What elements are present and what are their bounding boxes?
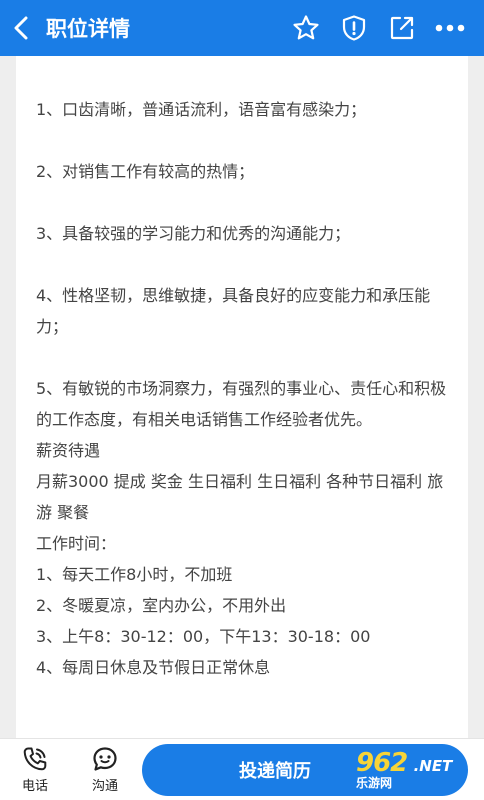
header-actions	[282, 0, 474, 56]
salary-text: 月薪3000 提成 奖金 生日福利 生日福利 各种节日福利 旅游 聚餐	[36, 472, 444, 522]
chat-button[interactable]: 沟通	[76, 739, 134, 800]
time-item-4: 4、每周日休息及节假日正常休息	[36, 658, 271, 677]
star-icon	[293, 15, 319, 40]
requirement-item-5: 5、有敏锐的市场洞察力，有强烈的事业心、责任心和积极的工作态度，有相关电话销售工…	[36, 379, 447, 429]
share-icon	[390, 16, 414, 40]
header-bar: 职位详情	[0, 0, 484, 56]
apply-label: 投递简历	[239, 761, 311, 782]
watermark-site: 乐游网	[356, 775, 393, 790]
phone-button[interactable]: 电话	[6, 739, 64, 800]
requirement-item-2: 2、对销售工作有较高的热情；	[36, 162, 255, 181]
phone-icon	[23, 747, 47, 771]
requirement-item-3: 3、具备较强的学习能力和优秀的沟通能力；	[36, 224, 351, 243]
time-item-2: 2、冬暖夏凉，室内办公，不用外出	[36, 596, 287, 615]
favorite-button[interactable]	[282, 0, 330, 56]
bottom-bar: 电话 沟通 投递简历 962 .NET 乐游网	[0, 738, 484, 800]
time-item-3: 3、上午8：30-12：00，下午13：30-18：00	[36, 627, 371, 646]
report-button[interactable]	[330, 0, 378, 56]
watermark-number: 962	[356, 747, 408, 778]
share-button[interactable]	[378, 0, 426, 56]
salary-heading: 薪资待遇	[36, 441, 101, 460]
time-item-1: 1、每天工作8小时，不加班	[36, 565, 233, 584]
job-description[interactable]: 1、口齿清晰，普通话流利，语音富有感染力； 2、对销售工作有较高的热情； 3、具…	[16, 56, 468, 738]
more-button[interactable]	[426, 0, 474, 56]
chat-label: 沟通	[91, 779, 118, 794]
more-icon	[435, 24, 465, 32]
watermark-logo: 962 .NET 乐游网	[350, 744, 468, 796]
apply-resume-button[interactable]: 投递简历 962 .NET 乐游网	[142, 744, 468, 796]
requirement-item-4: 4、性格坚韧，思维敏捷，具备良好的应变能力和承压能力；	[36, 286, 431, 336]
page-title: 职位详情	[46, 17, 130, 41]
back-icon	[14, 16, 28, 40]
back-button[interactable]	[0, 0, 42, 56]
watermark-net: .NET	[413, 756, 453, 775]
report-icon	[342, 15, 366, 41]
chat-icon	[93, 747, 117, 771]
time-heading: 工作时间：	[36, 534, 117, 553]
phone-label: 电话	[21, 779, 48, 794]
requirement-item-1: 1、口齿清晰，普通话流利，语音富有感染力；	[36, 100, 367, 119]
